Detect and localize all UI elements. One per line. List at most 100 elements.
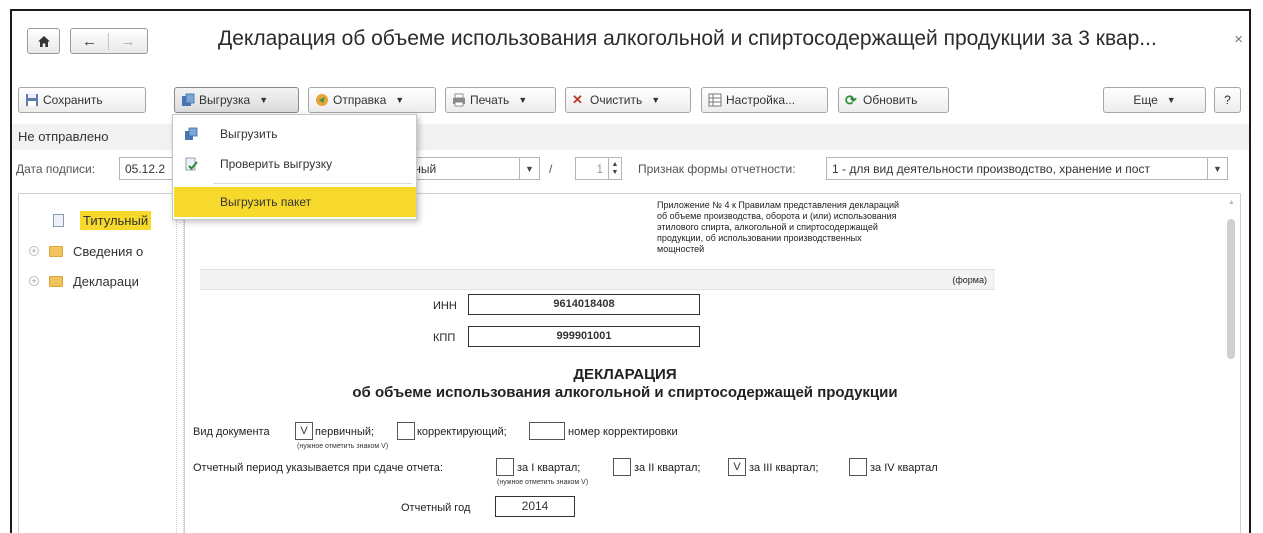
- q3-label: за III квартал;: [749, 462, 819, 474]
- menu-item-label: Выгрузить пакет: [220, 195, 312, 209]
- kpp-field[interactable]: 999901001: [468, 326, 700, 347]
- declaration-window: ← → Декларация об объеме использования а…: [10, 9, 1251, 533]
- hint-doc-kind: (нужное отметить знаком V): [297, 443, 389, 450]
- check-document-icon: [185, 157, 198, 171]
- year-field[interactable]: 2014: [495, 496, 575, 517]
- clear-menu-button[interactable]: ✕ Очистить ▼: [565, 87, 691, 113]
- menu-item-check-export[interactable]: Проверить выгрузку: [174, 149, 416, 179]
- expand-icon[interactable]: +: [29, 246, 39, 256]
- settings-label: Настройка...: [726, 93, 796, 107]
- q4-checkbox[interactable]: [849, 458, 867, 476]
- send-menu-button[interactable]: Отправка ▼: [308, 87, 436, 113]
- q1-checkbox[interactable]: [496, 458, 514, 476]
- menu-item-label: Выгрузить: [220, 127, 278, 141]
- export-icon: [182, 93, 195, 106]
- tree-item-title-page[interactable]: Титульный: [53, 210, 152, 230]
- tree-item-declaration[interactable]: + Деклараци: [29, 271, 139, 291]
- correction-number-label: номер корректировки: [568, 426, 678, 438]
- window-title: Декларация об объеме использования алког…: [218, 27, 1157, 50]
- expand-icon[interactable]: +: [29, 276, 39, 286]
- declaration-document: Приложение № 4 к Правилам представления …: [184, 193, 1241, 533]
- refresh-icon: ⟳: [845, 92, 857, 108]
- save-button[interactable]: Сохранить: [18, 87, 146, 113]
- kpp-label: КПП: [433, 332, 456, 344]
- export-menu-button[interactable]: Выгрузка ▼: [174, 87, 299, 113]
- home-icon: [37, 35, 50, 47]
- menu-separator: [213, 183, 412, 184]
- print-label: Печать: [470, 93, 510, 107]
- appendix-line: Приложение № 4 к Правилам представления …: [657, 200, 900, 210]
- history-nav: ← →: [70, 28, 148, 54]
- q4-label: за IV квартал: [870, 462, 938, 474]
- panel-splitter[interactable]: [176, 193, 184, 533]
- more-label: Еще: [1133, 93, 1158, 107]
- send-label: Отправка: [333, 93, 387, 107]
- corrective-checkbox[interactable]: [397, 422, 415, 440]
- menu-item-export[interactable]: Выгрузить: [174, 119, 416, 149]
- appendix-line: этилового спирта, алкогольной и спиртосо…: [657, 222, 878, 232]
- close-icon: ✕: [572, 92, 583, 107]
- stepper-down-icon: ▼: [611, 168, 619, 176]
- clear-label: Очистить: [590, 93, 643, 107]
- settings-button[interactable]: Настройка...: [701, 87, 828, 113]
- export-label: Выгрузка: [199, 93, 251, 107]
- settings-grid-icon: [708, 93, 722, 107]
- title-bar: ← → Декларация об объеме использования а…: [12, 11, 1249, 73]
- scroll-up-icon[interactable]: ▲: [1228, 199, 1235, 206]
- sign-date-field[interactable]: 05.12.2: [119, 157, 174, 180]
- doc-type-field[interactable]: чный: [402, 157, 520, 180]
- refresh-label: Обновить: [863, 93, 918, 107]
- print-menu-button[interactable]: Печать ▼: [445, 87, 556, 113]
- q3-checkbox[interactable]: V: [728, 458, 746, 476]
- scrollbar-thumb[interactable]: [1227, 219, 1235, 359]
- home-button[interactable]: [27, 28, 60, 54]
- form-sign-label: Признак формы отчетности:: [638, 162, 796, 176]
- refresh-button[interactable]: ⟳ Обновить: [838, 87, 949, 113]
- appendix-line: об объеме производства, оборота и (или) …: [657, 211, 897, 221]
- send-status: Не отправлено: [18, 129, 109, 144]
- stepper-up-icon: ▲: [611, 160, 619, 168]
- back-button[interactable]: ←: [71, 32, 109, 50]
- form-sign-dropdown[interactable]: ▼: [1207, 157, 1228, 180]
- primary-label: первичный;: [315, 426, 375, 438]
- appendix-note: Приложение № 4 к Правилам представления …: [657, 200, 899, 255]
- declaration-heading: ДЕКЛАРАЦИЯ: [573, 366, 677, 383]
- save-label: Сохранить: [43, 93, 103, 107]
- help-button[interactable]: ?: [1214, 87, 1241, 113]
- declaration-subheading: об объеме использования алкогольной и сп…: [352, 384, 898, 401]
- printer-icon: [453, 93, 465, 107]
- slash-separator: /: [549, 162, 553, 176]
- close-button[interactable]: ×: [1234, 31, 1243, 48]
- chevron-down-icon: ▼: [1213, 163, 1222, 174]
- toolbar: Сохранить Выгрузка ▼ Отправка ▼ Печать ▼…: [12, 87, 1249, 115]
- chevron-down-icon: ▼: [259, 95, 269, 105]
- primary-checkbox[interactable]: V: [295, 422, 313, 440]
- forward-button[interactable]: →: [109, 33, 147, 50]
- correction-number-field[interactable]: [529, 422, 565, 440]
- tree-item-info[interactable]: + Сведения о: [29, 241, 143, 261]
- tree-item-label: Сведения о: [73, 243, 144, 259]
- sign-date-label: Дата подписи:: [16, 162, 96, 176]
- doc-kind-label: Вид документа: [193, 426, 270, 438]
- number-stepper[interactable]: ▲ ▼: [608, 157, 622, 180]
- menu-item-label: Проверить выгрузку: [220, 157, 333, 171]
- more-menu-button[interactable]: Еще ▼: [1103, 87, 1206, 113]
- chevron-down-icon: ▼: [651, 95, 661, 105]
- help-label: ?: [1224, 93, 1231, 107]
- menu-item-export-package[interactable]: Выгрузить пакет: [174, 187, 416, 217]
- form-sign-field[interactable]: 1 - для вид деятельности производство, х…: [826, 157, 1208, 180]
- folder-icon: [49, 245, 63, 257]
- floppy-disk-icon: [26, 94, 38, 106]
- q2-checkbox[interactable]: [613, 458, 631, 476]
- corrective-label: корректирующий;: [417, 426, 507, 438]
- doc-type-dropdown[interactable]: ▼: [519, 157, 540, 180]
- number-field[interactable]: 1: [575, 157, 609, 180]
- send-icon: [316, 94, 328, 106]
- folder-icon: [49, 275, 63, 287]
- hint-period: (нужное отметить знаком V): [497, 479, 589, 486]
- inn-field[interactable]: 9614018408: [468, 294, 700, 315]
- appendix-line: мощностей: [657, 244, 705, 254]
- vertical-scrollbar[interactable]: ▲: [1225, 197, 1237, 533]
- q2-label: за II квартал;: [634, 462, 701, 474]
- tree-item-label: Деклараци: [73, 273, 139, 289]
